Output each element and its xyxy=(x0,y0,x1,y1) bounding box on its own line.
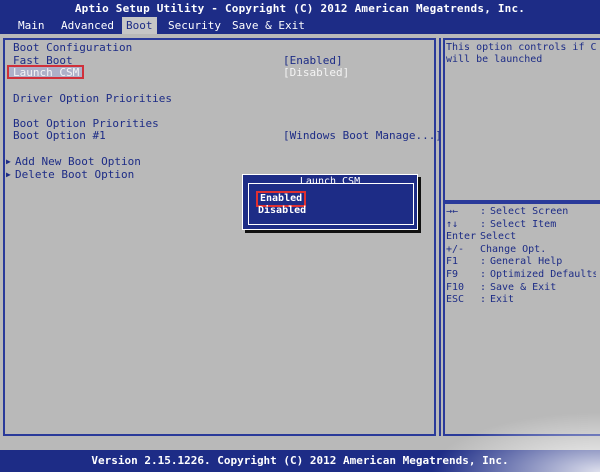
key-label: F1 xyxy=(446,256,459,268)
key-arrows-lr-icon: →← xyxy=(446,206,459,217)
key-label: +/- xyxy=(446,243,465,255)
key-label: ESC xyxy=(446,294,465,306)
key-desc: Optimized Defaults xyxy=(490,268,596,280)
key-desc: Select Item xyxy=(490,218,557,230)
key-desc: Save & Exit xyxy=(490,281,557,293)
tab-advanced[interactable]: Advanced xyxy=(57,17,118,34)
app-title: Aptio Setup Utility - Copyright (C) 2012… xyxy=(74,2,526,15)
popup-options-box: Enabled Disabled xyxy=(248,183,414,225)
tab-main[interactable]: Main xyxy=(14,17,49,34)
driver-option-priorities-heading: Driver Option Priorities xyxy=(13,92,172,105)
key-row: F10: Save & Exit xyxy=(446,281,557,293)
tab-bar: Main Advanced Boot Security Save & Exit xyxy=(0,17,600,34)
watermark-fade xyxy=(430,412,600,472)
key-row: F1: General Help xyxy=(446,256,563,268)
launch-csm-value[interactable]: [Disabled] xyxy=(283,66,349,79)
tab-save-exit[interactable]: Save & Exit xyxy=(228,17,309,34)
key-arrows-ud-icon: ↑↓ xyxy=(446,218,459,230)
key-row: →←: Select Screen xyxy=(446,206,569,217)
key-desc: Change Opt. xyxy=(480,243,547,255)
key-desc: Exit xyxy=(490,294,515,306)
key-label: Enter xyxy=(446,231,477,243)
submenu-arrow-icon: ▶ xyxy=(6,157,11,166)
key-row: Enter Select xyxy=(446,231,596,244)
key-desc: Select xyxy=(480,231,517,243)
main-panel: Boot Configuration Fast Boot [Enabled] L… xyxy=(0,34,600,450)
key-row: F9: Optimized Defaults xyxy=(446,269,596,282)
title-bar: Aptio Setup Utility - Copyright (C) 2012… xyxy=(0,0,600,17)
key-label: F9 xyxy=(446,268,459,280)
help-description: This option controls if C will be launch… xyxy=(446,42,596,65)
delete-boot-option[interactable]: Delete Boot Option xyxy=(15,168,134,181)
launch-csm-label[interactable]: Launch CSM xyxy=(13,66,79,79)
key-row: +/- Change Opt. xyxy=(446,244,596,257)
popup-option-disabled[interactable]: Disabled xyxy=(258,205,306,217)
boot-option-1-value[interactable]: [Windows Boot Manage...] xyxy=(283,129,442,142)
key-label: F10 xyxy=(446,281,465,293)
tab-security[interactable]: Security xyxy=(164,17,225,34)
boot-option-1-label[interactable]: Boot Option #1 xyxy=(13,129,106,142)
help-separator xyxy=(443,202,600,204)
submenu-arrow-icon: ▶ xyxy=(6,170,11,179)
key-legend: →←: Select Screen ↑↓: Select Item Enter Sel… xyxy=(446,206,596,307)
tab-boot[interactable]: Boot xyxy=(122,17,157,34)
boot-configuration-heading: Boot Configuration xyxy=(13,41,133,54)
key-row: ESC: Exit xyxy=(446,294,515,306)
key-row: ↑↓: Select Item xyxy=(446,218,557,230)
launch-csm-popup: Launch CSM Enabled Disabled xyxy=(242,174,418,230)
key-desc: General Help xyxy=(490,256,563,268)
panel-divider xyxy=(439,38,441,436)
key-desc: Select Screen xyxy=(490,206,569,217)
add-new-boot-option[interactable]: Add New Boot Option xyxy=(15,155,141,168)
